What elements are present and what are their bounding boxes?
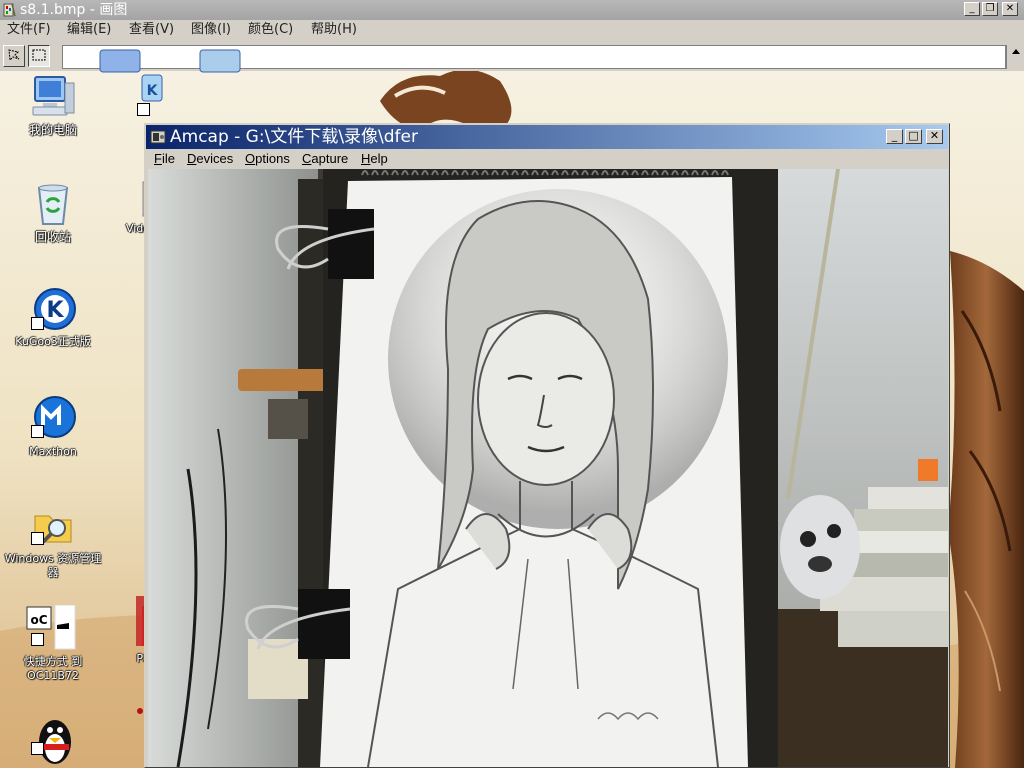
amcap-minimize-button[interactable]: _ [886,129,903,144]
paint-minimize-button[interactable]: _ [964,2,980,16]
free-select-icon [8,49,20,62]
desktop-icon-recycle-bin[interactable]: 回收站 [3,180,103,244]
shortcut-arrow-icon [31,742,44,755]
amcap-window: Amcap - G:\文件下载\录像\dfer _ □ ✕ File Devic… [144,123,950,768]
shortcut-arrow-icon [137,103,150,116]
desktop-icon-partial-1[interactable] [90,48,150,74]
paint-menu-image[interactable]: 图像(I) [191,20,231,40]
paint-restore-button[interactable]: ❐ [982,2,998,16]
paint-menubar: 文件(F) 编辑(E) 查看(V) 图像(I) 颜色(C) 帮助(H) [0,20,1024,41]
free-select-tool[interactable] [3,45,25,67]
svg-text:oC: oC [30,613,47,627]
desktop-icon-partial-2[interactable] [190,48,250,74]
desktop-icon-label: 回收站 [34,230,71,244]
paint-close-button[interactable]: ✕ [1002,2,1018,16]
amcap-window-title: Amcap - G:\文件下载\录像\dfer [170,127,418,147]
desktop-icon-qq[interactable] [3,712,103,768]
desktop-icon-my-computer[interactable]: 我的电脑 [3,73,103,137]
amcap-menu-file[interactable]: File [154,149,175,169]
desktop-icon-explorer[interactable]: Windows 资源管理器 [3,502,103,580]
paint-menu-color[interactable]: 颜色(C) [248,20,293,40]
desktop-icon-label: KuGoo3正式版 [15,335,91,348]
rect-select-tool[interactable] [28,45,50,67]
scroll-up-arrow-icon[interactable] [1011,47,1021,55]
paint-menu-edit[interactable]: 编辑(E) [67,20,111,40]
amcap-menu-capture[interactable]: Capture [302,149,348,169]
svg-text:K: K [147,83,159,99]
camera-preview [148,169,948,767]
paint-menu-file[interactable]: 文件(F) [7,20,51,40]
amcap-close-button[interactable]: ✕ [926,129,943,144]
desktop-icon-label: Windows 资源管理器 [4,552,102,579]
amcap-menu-options[interactable]: Options [245,149,290,169]
recycle-bin-icon [37,184,69,225]
amcap-menubar: File Devices Options Capture Help [146,149,948,169]
shortcut-arrow-icon [31,317,44,330]
amcap-menu-help[interactable]: Help [361,149,388,169]
paint-app-icon [3,3,16,17]
desktop-icon-maxthon[interactable]: Maxthon [3,395,103,459]
desktop-icon-label: 快捷方式 到 OC11B72 [23,655,83,682]
desktop-icon-oc-shortcut[interactable]: oC 快捷方式 到 OC11B72 [3,605,103,683]
shortcut-arrow-icon [31,532,44,545]
desktop-icon-kugoo[interactable]: K KuGoo3正式版 [3,285,103,349]
paint-vertical-scrollbar[interactable] [1006,45,1024,69]
kugoo-window-icon [199,49,241,73]
svg-text:K: K [46,298,64,323]
paint-titlebar[interactable]: s8.1.bmp - 画图 _ ❐ ✕ [0,0,1024,20]
qq-penguin-icon [39,720,71,764]
paint-menu-help[interactable]: 帮助(H) [311,20,357,40]
desktop-icon-label: 我的电脑 [28,123,77,137]
folder-window-icon [99,49,141,73]
amcap-menu-devices[interactable]: Devices [187,149,233,169]
desktop-icon-label: Maxthon [29,445,77,458]
my-computer-icon [32,76,75,116]
rect-select-icon [32,49,46,61]
paint-menu-view[interactable]: 查看(V) [129,20,174,40]
paint-window-title: s8.1.bmp - 画图 [20,2,128,18]
shortcut-arrow-icon [31,425,44,438]
amcap-app-icon [150,130,166,144]
shortcut-arrow-icon [31,633,44,646]
amcap-maximize-button[interactable]: □ [905,129,922,144]
amcap-titlebar[interactable]: Amcap - G:\文件下载\录像\dfer _ □ ✕ [146,125,948,149]
